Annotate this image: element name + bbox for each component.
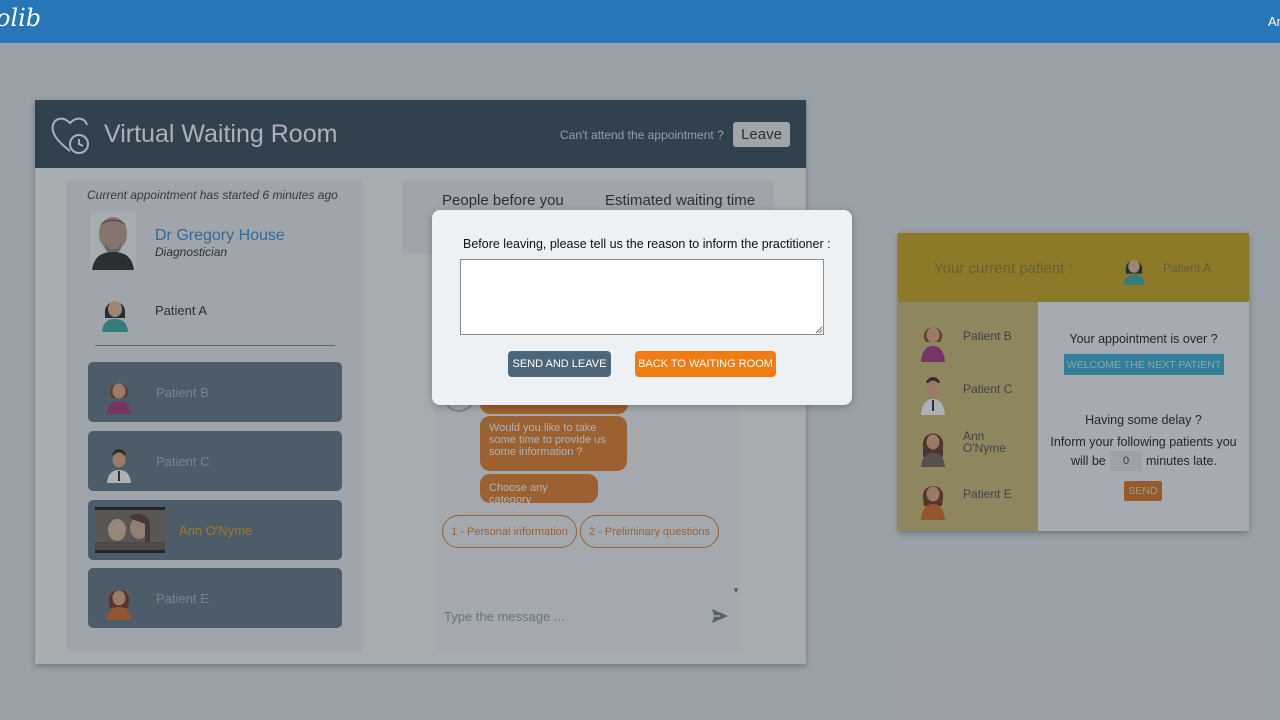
back-to-waiting-room-button[interactable]: BACK TO WAITING ROOM <box>635 351 776 377</box>
resize-handle-icon[interactable] <box>815 326 823 334</box>
leave-reason-textarea[interactable] <box>460 259 824 335</box>
send-and-leave-button[interactable]: SEND AND LEAVE <box>508 351 611 377</box>
modal-prompt: Before leaving, please tell us the reaso… <box>463 237 831 251</box>
app-logo[interactable]: olib <box>0 4 41 32</box>
user-menu[interactable]: An <box>1268 14 1280 29</box>
leave-reason-modal: Before leaving, please tell us the reaso… <box>432 210 852 405</box>
top-navbar: olib An <box>0 0 1280 43</box>
